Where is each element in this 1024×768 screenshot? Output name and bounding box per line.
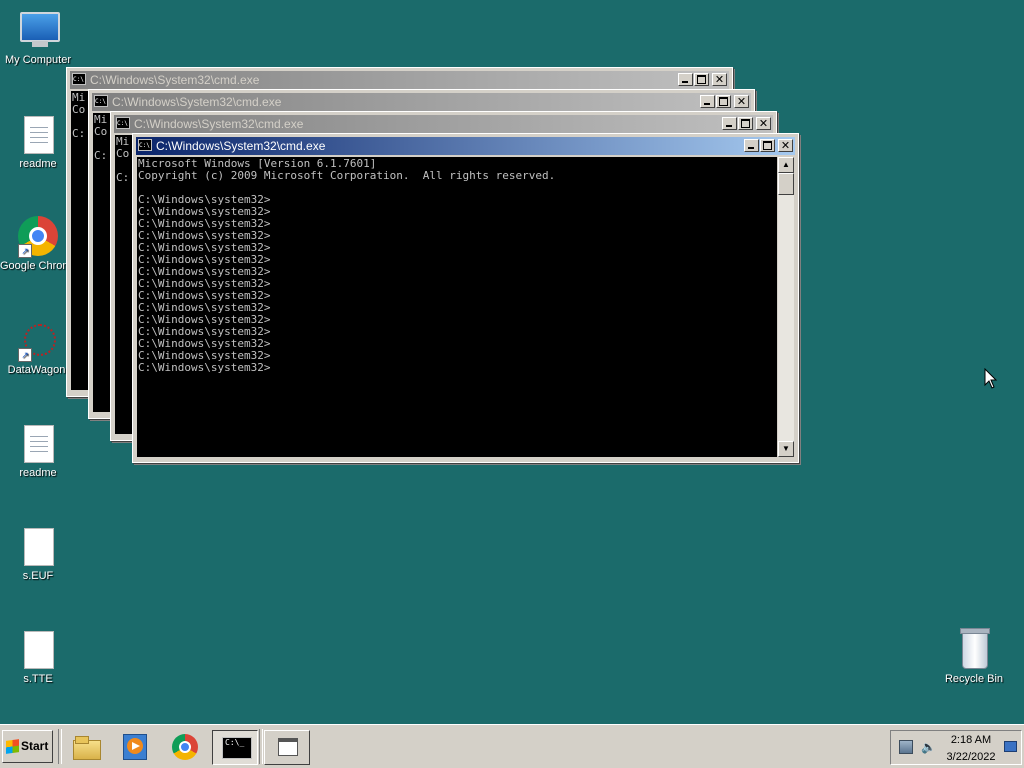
desktop-icon-label: Recycle Bin [944, 673, 1004, 685]
datawagon-icon: ↗ [18, 320, 58, 362]
chrome-icon: ↗ [18, 216, 58, 258]
close-button[interactable]: ✕ [778, 139, 793, 152]
taskbar-item-chrome[interactable] [162, 730, 208, 765]
text-document-icon [18, 114, 58, 154]
cmd-icon: C:\ [116, 117, 130, 129]
window-title: C:\Windows\System32\cmd.exe [90, 73, 260, 87]
close-button[interactable]: ✕ [712, 73, 727, 86]
desktop-icon-label: s.EUF [22, 570, 54, 582]
network-icon[interactable] [899, 740, 913, 754]
console-output[interactable]: Microsoft Windows [Version 6.1.7601] Cop… [137, 157, 777, 457]
minimize-button[interactable] [700, 95, 715, 108]
shortcut-arrow-icon: ↗ [18, 348, 32, 362]
media-player-icon [121, 734, 149, 760]
console-line: C: [94, 149, 108, 162]
close-button[interactable]: ✕ [756, 117, 771, 130]
minimize-button[interactable] [744, 139, 759, 152]
console-line: Co [116, 147, 130, 160]
maximize-button[interactable] [738, 117, 753, 130]
taskbar-item-cmd[interactable]: C:\_ [212, 730, 258, 765]
cmd-window-titlebar[interactable]: C:\ C:\Windows\System32\cmd.exe ✕ [70, 71, 729, 89]
cmd-icon: C:\ [72, 73, 86, 85]
desktop-icon-label: DataWagon. [7, 364, 69, 376]
cmd-window-active[interactable]: C:\ C:\Windows\System32\cmd.exe ✕ Micros… [132, 133, 799, 463]
taskbar-item-window[interactable] [264, 730, 310, 765]
blank-file-icon [18, 629, 58, 669]
start-label: Start [21, 739, 49, 753]
cmd-icon: C:\_ [222, 735, 252, 761]
taskbar-item-media-player[interactable] [112, 730, 158, 765]
shortcut-arrow-icon: ↗ [18, 244, 32, 258]
desktop-icon-datawagon[interactable]: ↗ DataWagon. [0, 320, 76, 376]
desktop-icon-label: s.TTE [23, 673, 53, 685]
maximize-button[interactable] [694, 73, 709, 86]
mouse-cursor-icon [984, 368, 998, 389]
taskbar: Start C:\_ 🔈 2:18 AM 3/22/2022 [0, 724, 1024, 768]
windows-logo-icon [6, 739, 19, 754]
minimize-button[interactable] [678, 73, 693, 86]
cmd-window-titlebar[interactable]: C:\ C:\Windows\System32\cmd.exe ✕ [92, 93, 751, 111]
volume-icon[interactable]: 🔈 [921, 740, 936, 754]
clock-time[interactable]: 2:18 AM [941, 734, 1001, 746]
desktop-icon-my-computer[interactable]: My Computer [0, 10, 76, 66]
scroll-down-button[interactable]: ▼ [778, 441, 794, 457]
cmd-icon: C:\ [94, 95, 108, 107]
taskbar-separator [259, 729, 263, 764]
cmd-icon: C:\ [138, 139, 152, 151]
desktop-icon-label: readme [19, 467, 57, 479]
scroll-up-button[interactable]: ▲ [778, 157, 794, 173]
minimize-button[interactable] [722, 117, 737, 130]
computer-icon [18, 10, 60, 50]
window-title: C:\Windows\System32\cmd.exe [112, 95, 282, 109]
window-icon [274, 735, 302, 761]
cmd-window-titlebar[interactable]: C:\ C:\Windows\System32\cmd.exe ✕ [136, 137, 795, 155]
clock-date[interactable]: 3/22/2022 [941, 751, 1001, 763]
desktop-icon-recycle-bin[interactable]: Recycle Bin [936, 628, 1012, 685]
desktop-icon-label: readme [19, 158, 57, 170]
file-explorer-icon [73, 734, 101, 760]
taskbar-item-explorer[interactable] [64, 730, 110, 765]
blank-file-icon [18, 526, 58, 566]
cmd-window-titlebar[interactable]: C:\ C:\Windows\System32\cmd.exe ✕ [114, 115, 773, 133]
console-line: C: [116, 171, 130, 184]
scroll-thumb[interactable] [778, 173, 794, 195]
desktop-icon-readme-2[interactable]: readme [0, 423, 76, 479]
show-desktop-icon[interactable] [1004, 741, 1017, 752]
chrome-icon [171, 734, 199, 760]
vertical-scrollbar[interactable]: ▲ ▼ [778, 157, 794, 457]
desktop-icon-s-euf[interactable]: s.EUF [0, 526, 76, 582]
taskbar-separator [58, 729, 62, 764]
desktop-icon-label: My Computer [4, 54, 72, 66]
window-title: C:\Windows\System32\cmd.exe [156, 139, 326, 153]
start-button[interactable]: Start [2, 730, 53, 763]
maximize-button[interactable] [760, 139, 775, 152]
maximize-button[interactable] [716, 95, 731, 108]
desktop-icon-label: Google Chrome [0, 260, 76, 272]
recycle-bin-icon [954, 628, 994, 669]
desktop-icon-s-tte[interactable]: s.TTE [0, 629, 76, 685]
console-line: Co [94, 125, 108, 138]
console-line: Co [72, 103, 86, 116]
text-document-icon [18, 423, 58, 463]
window-title: C:\Windows\System32\cmd.exe [134, 117, 304, 131]
console-line: C: [72, 127, 86, 140]
desktop-icon-readme[interactable]: readme [0, 114, 76, 170]
desktop-icon-google-chrome[interactable]: ↗ Google Chrome [0, 216, 76, 272]
system-tray: 🔈 2:18 AM 3/22/2022 [890, 730, 1022, 765]
close-button[interactable]: ✕ [734, 95, 749, 108]
